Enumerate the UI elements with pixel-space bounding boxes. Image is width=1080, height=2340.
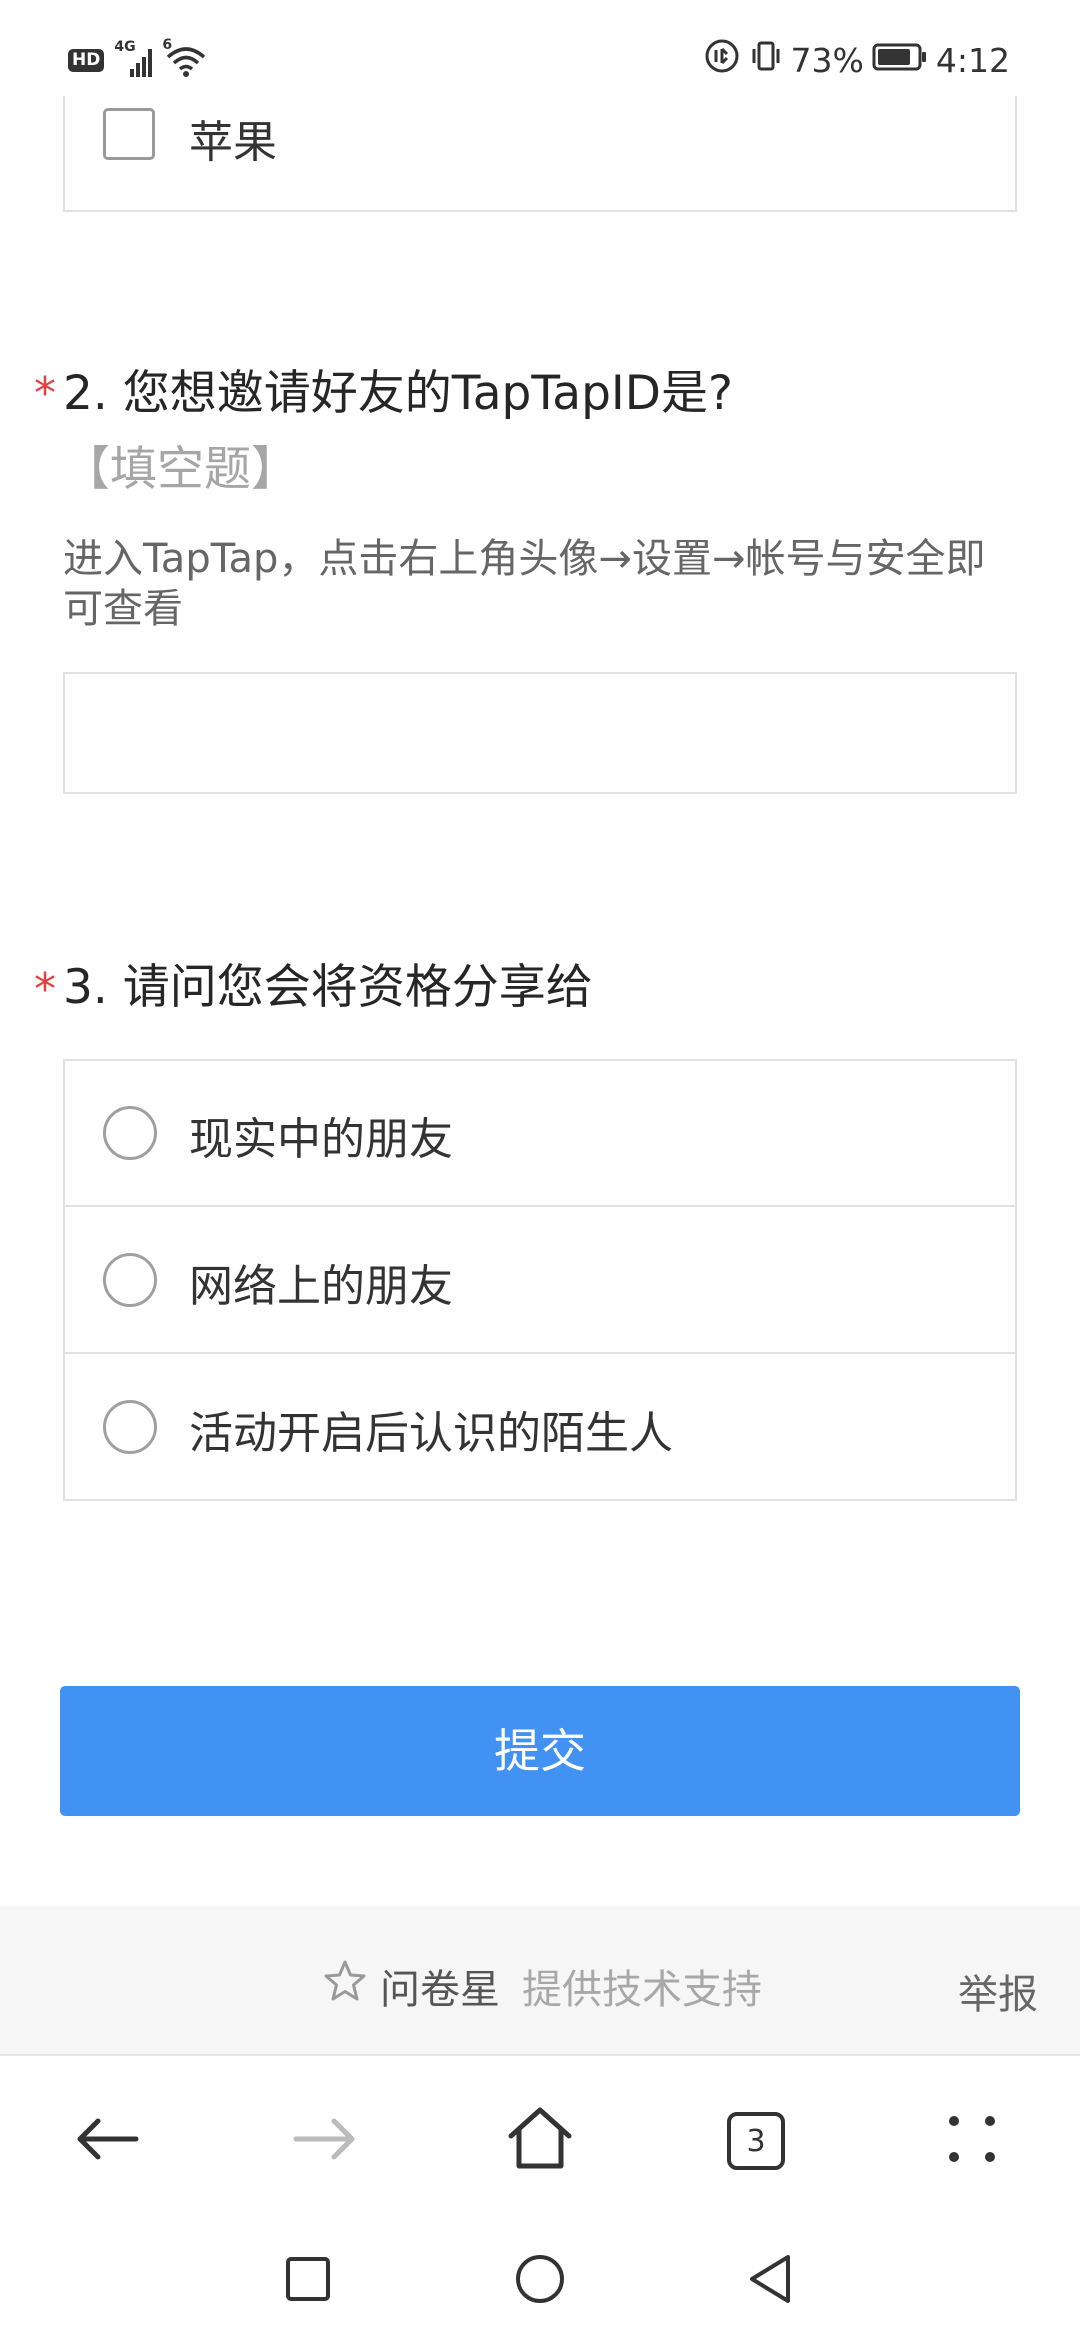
battery-icon — [872, 41, 928, 80]
system-nav-bar — [0, 2224, 1080, 2340]
option-row[interactable]: 活动开启后认识的陌生人 — [65, 1355, 1015, 1501]
hd-badge: HD — [68, 48, 105, 72]
wifi-badge: 6 — [162, 37, 173, 53]
radio-button[interactable] — [103, 1400, 157, 1454]
radio-button[interactable] — [103, 1253, 157, 1307]
tab-count: 3 — [746, 2123, 766, 2159]
clock: 4:12 — [935, 40, 1010, 80]
question3-options: 现实中的朋友 网络上的朋友 活动开启后认识的陌生人 — [63, 1059, 1017, 1501]
circle-icon — [514, 2253, 566, 2309]
recent-apps-button[interactable] — [275, 2248, 341, 2314]
status-left: HD 4G 6 — [68, 37, 206, 80]
question3-title: 3. 请问您会将资格分享给 — [63, 960, 593, 1015]
tabs-button[interactable]: 3 — [711, 2096, 801, 2186]
network-type: 4G — [114, 39, 136, 55]
status-right: 73% 4:12 — [703, 38, 1010, 82]
tabs-icon: 3 — [727, 2112, 785, 2170]
menu-button[interactable] — [927, 2096, 1017, 2186]
option-row[interactable]: 网络上的朋友 — [65, 1208, 1015, 1354]
question2-text: 2. 您想邀请好友的TapTapID是? — [63, 366, 733, 421]
home-button[interactable] — [495, 2096, 585, 2186]
radio-button[interactable] — [103, 1106, 157, 1160]
back-button[interactable] — [62, 2096, 152, 2186]
option-row[interactable]: 现实中的朋友 — [65, 1061, 1015, 1207]
forward-button[interactable] — [280, 2096, 370, 2186]
brand-name[interactable]: 问卷星 — [380, 1957, 500, 2015]
wifi-icon: 6 — [162, 37, 206, 77]
option-label: 苹果 — [189, 117, 277, 168]
report-link[interactable]: 举报 — [958, 1962, 1038, 2020]
vibrate-icon — [749, 39, 783, 81]
home-icon — [505, 2104, 575, 2178]
system-back-button[interactable] — [738, 2248, 804, 2314]
required-star: * — [34, 964, 56, 1015]
square-icon — [284, 2255, 332, 2307]
arrow-right-icon — [290, 2114, 360, 2168]
footer: 问卷星 提供技术支持 举报 — [0, 1906, 1080, 2056]
option-label: 网络上的朋友 — [189, 1261, 453, 1312]
system-home-button[interactable] — [507, 2248, 573, 2314]
star-icon — [322, 1958, 368, 2014]
triangle-back-icon — [746, 2253, 796, 2309]
taptap-id-input[interactable] — [63, 672, 1017, 794]
question1-option-card[interactable]: 苹果 — [63, 96, 1017, 212]
browser-toolbar: 3 — [0, 2058, 1080, 2224]
arrow-left-icon — [72, 2114, 142, 2168]
submit-button[interactable]: 提交 — [60, 1686, 1020, 1816]
data-saver-icon — [703, 37, 741, 83]
apple-checkbox[interactable] — [103, 108, 155, 160]
question2-type: 【填空题】 — [63, 442, 298, 497]
tech-support-text: 提供技术支持 — [522, 1967, 762, 2013]
battery-percent: 73% — [790, 40, 864, 80]
option-label: 活动开启后认识的陌生人 — [189, 1408, 673, 1459]
more-dots-icon — [942, 2109, 1002, 2173]
question2-title: 2. 您想邀请好友的TapTapID是? 【填空题】 — [63, 356, 963, 508]
footer-credit[interactable]: 问卷星 提供技术支持 — [322, 1956, 762, 2016]
question2-description: 进入TapTap，点击右上角头像→设置→帐号与安全即可查看 — [63, 536, 986, 632]
required-star: * — [34, 368, 56, 419]
signal-icon: 4G — [114, 39, 153, 77]
option-label: 现实中的朋友 — [189, 1114, 453, 1165]
